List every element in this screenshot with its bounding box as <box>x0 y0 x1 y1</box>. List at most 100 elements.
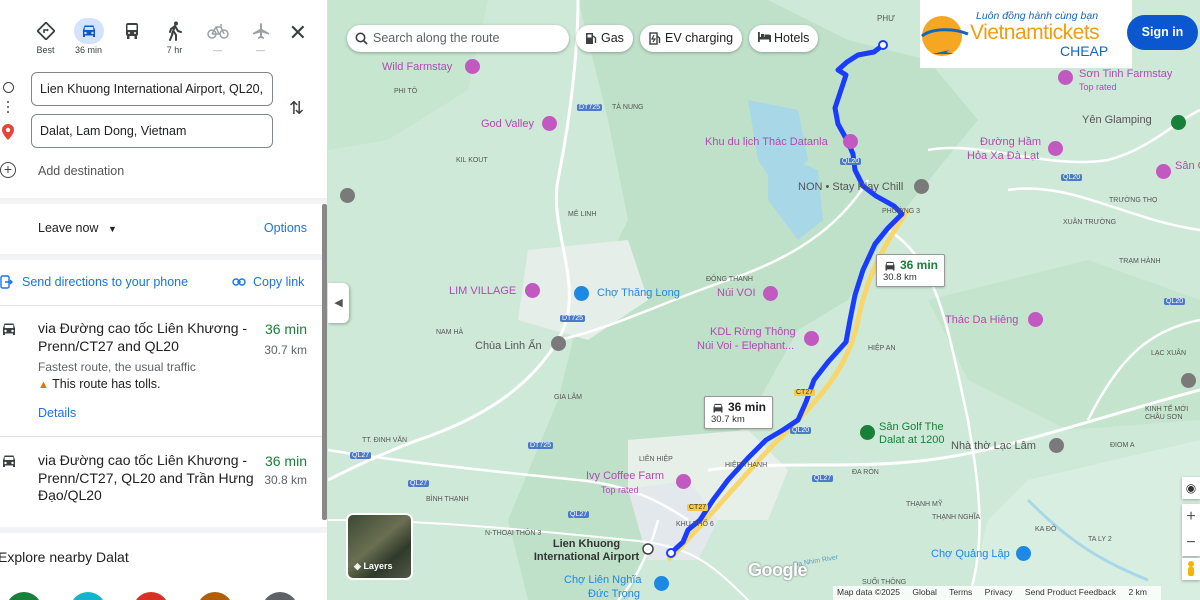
poi-label[interactable]: Chợ Liên Nghĩa <box>564 574 642 586</box>
golf-marker-icon[interactable] <box>860 425 875 440</box>
panel-scrollbar[interactable] <box>322 204 327 520</box>
shopping-marker-icon[interactable] <box>654 576 669 591</box>
send-directions-link[interactable]: Send directions to your phone <box>22 275 188 289</box>
poi-label[interactable]: Chợ Thăng Long <box>597 287 680 299</box>
poi-label: Đức Trọng <box>588 588 640 600</box>
poi-marker-icon[interactable] <box>1028 312 1043 327</box>
mode-driving[interactable]: 36 min <box>67 18 110 55</box>
copy-link[interactable]: Copy link <box>253 275 304 289</box>
poi-label[interactable]: Sân Gô - <box>1175 160 1200 172</box>
poi-label[interactable]: Sơn Tinh Farmstay <box>1079 68 1172 80</box>
poi-label[interactable]: Đường Hầm <box>980 136 1041 148</box>
poi-label[interactable]: Núi Voi - Elephant... <box>697 340 794 352</box>
scale-bar[interactable]: 2 km <box>1129 587 1147 597</box>
global-link[interactable]: Global <box>912 587 937 597</box>
place-label: NAM HÀ <box>436 329 464 336</box>
poi-label[interactable]: God Valley <box>481 118 534 130</box>
shopping-marker-icon[interactable] <box>1016 546 1031 561</box>
collapse-panel-button[interactable]: ◀ <box>328 283 349 323</box>
poi-marker-icon[interactable] <box>1156 164 1171 179</box>
category-chip[interactable] <box>262 592 298 600</box>
poi-marker-icon[interactable] <box>525 283 540 298</box>
gas-chip[interactable]: Gas <box>576 25 633 52</box>
poi-label[interactable]: Thác Da Hiêng <box>945 314 1018 326</box>
poi-marker-icon[interactable] <box>1048 141 1063 156</box>
mode-walking[interactable]: 7 hr <box>153 18 196 55</box>
poi-label[interactable]: Ivy Coffee Farm <box>586 470 664 482</box>
sign-in-button[interactable]: Sign in <box>1127 15 1198 50</box>
poi-marker-icon[interactable] <box>1058 70 1073 85</box>
poi-label[interactable]: Khu du lịch Thác Datanla <box>705 136 828 148</box>
google-logo: Google <box>748 560 808 580</box>
ev-charging-chip[interactable]: EV charging <box>640 25 743 52</box>
category-chip[interactable] <box>197 592 233 600</box>
terms-link[interactable]: Terms <box>949 587 972 597</box>
shopping-marker-icon[interactable] <box>574 286 589 301</box>
leave-now-dropdown[interactable]: Leave now ▼ <box>38 221 117 235</box>
poi-label[interactable]: Núi VOI <box>717 287 756 299</box>
airport-label[interactable]: Lien Khuong International Airport <box>529 538 644 564</box>
poi-marker-icon[interactable] <box>542 116 557 131</box>
feedback-link[interactable]: Send Product Feedback <box>1025 587 1116 597</box>
directions-panel: Best 36 min 7 hr — — ✕ Lien Khuong Inter… <box>0 0 328 600</box>
mode-transit[interactable] <box>110 18 153 45</box>
warning-icon: ▲ <box>38 379 49 391</box>
poi-marker-icon[interactable] <box>551 336 566 351</box>
route-time: 36 min <box>264 321 307 337</box>
poi-label[interactable]: Chùa Linh Ẩn <box>475 340 542 352</box>
poi-marker-icon[interactable] <box>804 331 819 346</box>
close-directions-button[interactable]: ✕ <box>289 22 307 44</box>
poi-marker-icon[interactable] <box>914 179 929 194</box>
vietnamtickets-ad-banner[interactable]: Luôn đồng hành cùng bạn Vietnamtickets C… <box>920 0 1132 68</box>
poi-label[interactable]: Yên Glamping <box>1082 114 1152 126</box>
travel-mode-bar: Best 36 min 7 hr — — <box>24 18 327 62</box>
poi-label[interactable]: KDL Rừng Thông <box>710 326 796 338</box>
poi-marker-icon[interactable] <box>763 286 778 301</box>
poi-marker-icon[interactable] <box>465 59 480 74</box>
place-label: MÊ LINH <box>568 211 597 218</box>
options-button[interactable]: Options <box>264 221 307 235</box>
poi-marker-icon[interactable] <box>676 474 691 489</box>
place-label: LIÊN HIỆP <box>639 456 673 463</box>
poi-label[interactable]: Wild Farmstay <box>382 61 452 73</box>
privacy-link[interactable]: Privacy <box>985 587 1013 597</box>
poi-label[interactable]: LIM VILLAGE <box>449 285 516 297</box>
poi-marker-icon[interactable] <box>340 188 355 203</box>
map-canvas[interactable]: DT725 DT725 DT725 QL20 QL20 QL20 QL27 QL… <box>328 0 1200 600</box>
mode-flight[interactable]: — <box>239 18 282 55</box>
category-chip[interactable] <box>70 592 106 600</box>
mode-cycling[interactable]: — <box>196 18 239 55</box>
poi-label[interactable]: NON • Stay Play Chill <box>798 181 903 193</box>
layers-button[interactable]: ◈ Layers <box>346 513 413 580</box>
road-shield: QL27 <box>568 511 590 518</box>
search-along-route-input[interactable]: Search along the route <box>347 25 569 52</box>
poi-label[interactable]: Chợ Quảng Lập <box>931 548 1010 560</box>
category-chip[interactable] <box>133 592 169 600</box>
street-view-pegman[interactable] <box>1182 558 1200 580</box>
poi-label[interactable]: Nhà thờ Lạc Lâm <box>951 440 1036 452</box>
destination-input[interactable]: Dalat, Lam Dong, Vietnam <box>31 114 273 148</box>
route-details-link[interactable]: Details <box>38 406 76 420</box>
zoom-out-button[interactable]: − <box>1182 530 1200 556</box>
poi-marker-icon[interactable] <box>843 134 858 149</box>
route-option-2[interactable]: via Đường cao tốc Liên Khương - Prenn/CT… <box>0 451 322 521</box>
ev-charging-icon <box>649 32 661 45</box>
category-chip[interactable] <box>6 592 42 600</box>
poi-marker-icon[interactable] <box>1181 373 1196 388</box>
origin-input[interactable]: Lien Khuong International Airport, QL20, <box>31 72 273 106</box>
route-option-1[interactable]: via Đường cao tốc Liên Khương - Prenn/CT… <box>0 319 322 433</box>
zoom-in-button[interactable]: + <box>1182 504 1200 530</box>
poi-label[interactable]: Hỏa Xa Đà Lạt <box>967 150 1039 162</box>
poi-marker-icon[interactable] <box>1049 438 1064 453</box>
swap-waypoints-button[interactable]: ⇅ <box>289 98 304 119</box>
poi-label[interactable]: Sân Golf The Dalat at 1200 <box>879 421 959 447</box>
route-time-callout[interactable]: 36 min 30.7 km <box>704 396 774 429</box>
my-location-button[interactable]: ◉ <box>1182 477 1200 499</box>
mode-driving-label: 36 min <box>74 45 102 55</box>
hotels-chip[interactable]: Hotels <box>749 25 819 52</box>
route-time-callout[interactable]: 36 min 30.8 km <box>876 254 946 287</box>
layers-label: Layers <box>363 561 393 571</box>
camping-marker-icon[interactable] <box>1171 115 1186 130</box>
add-icon: + <box>0 162 16 178</box>
mode-best[interactable]: Best <box>24 18 67 55</box>
